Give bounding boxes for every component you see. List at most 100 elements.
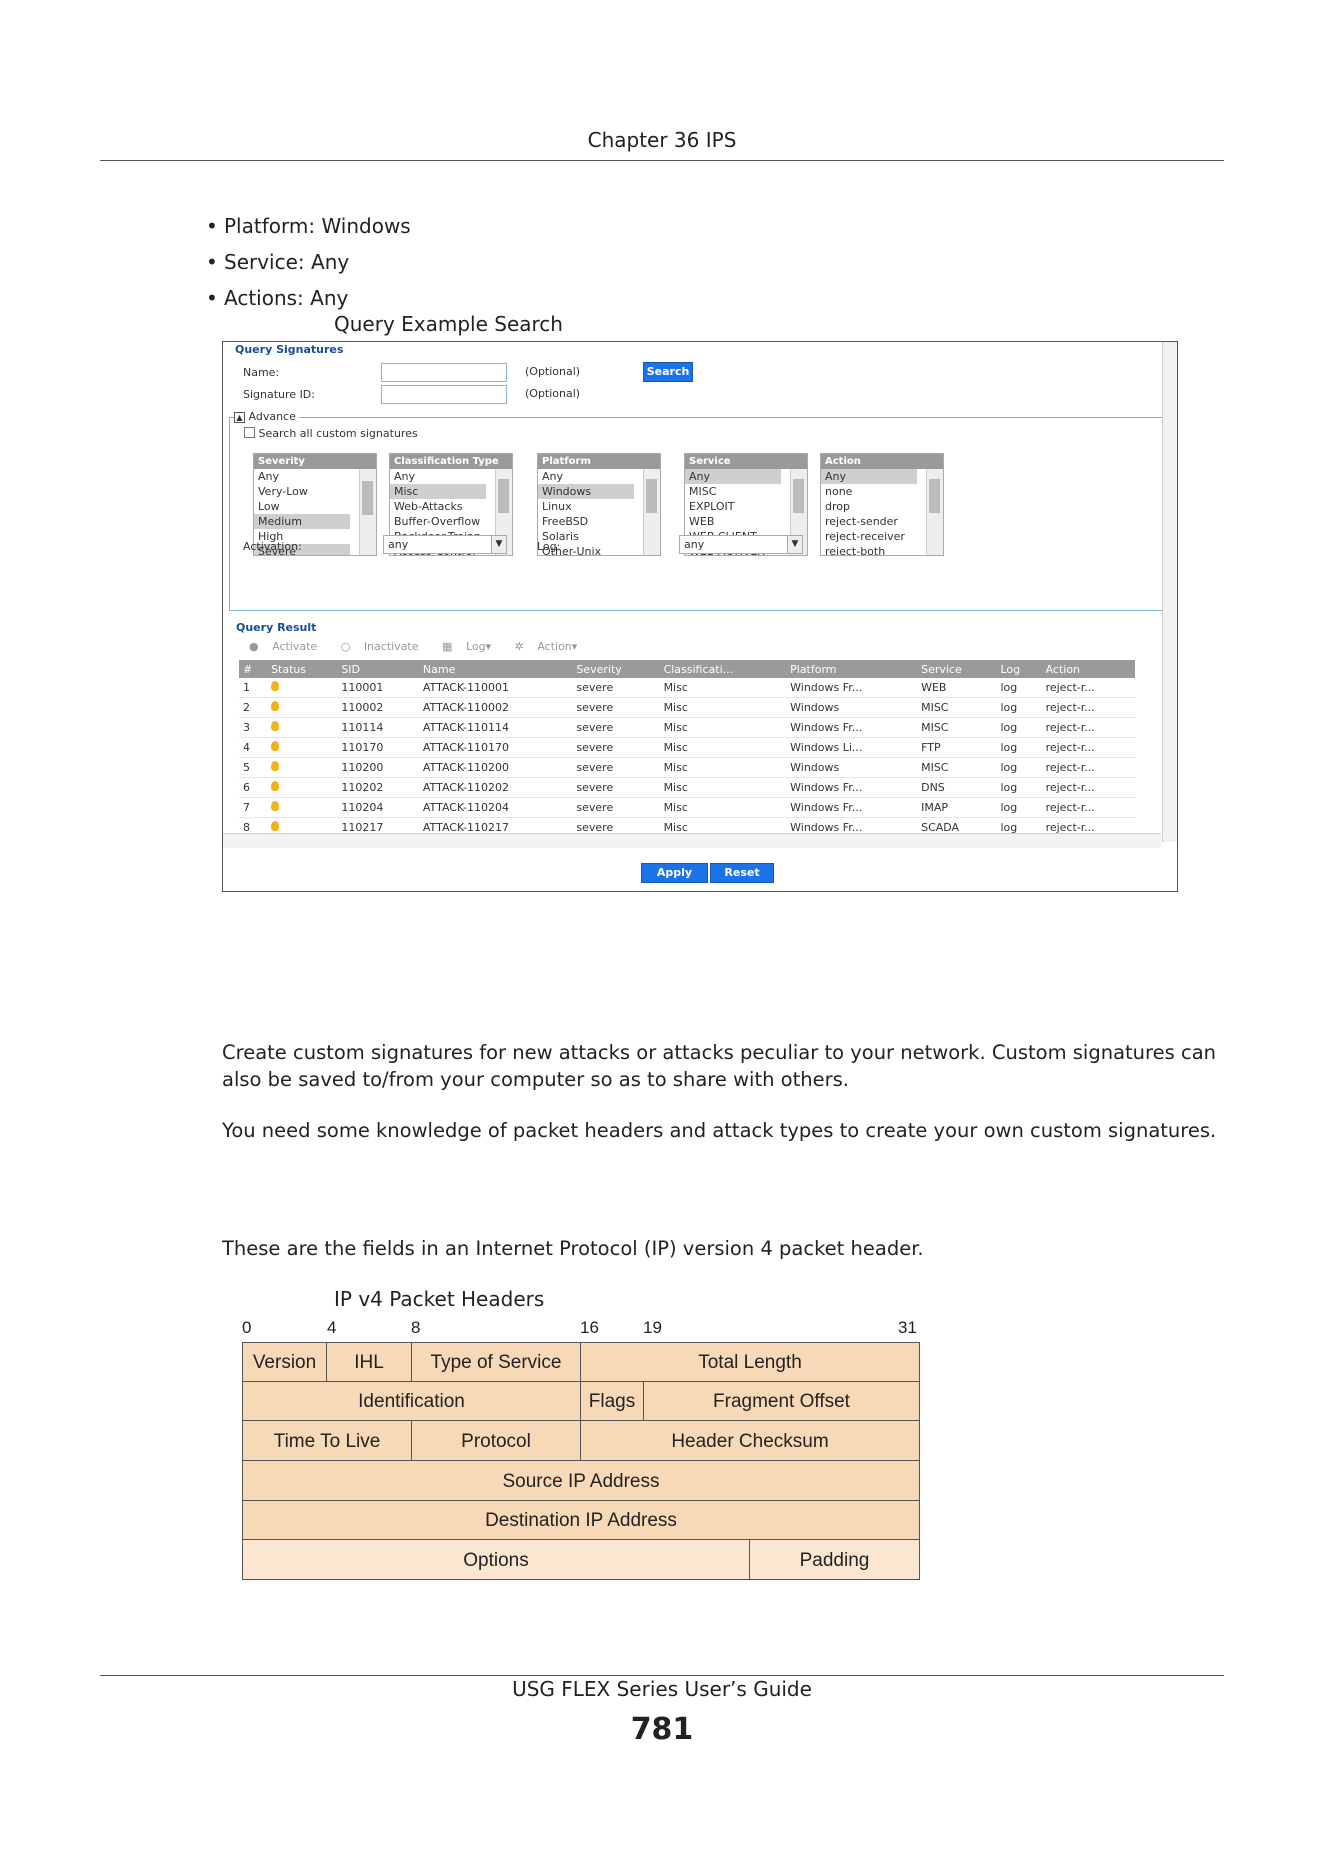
table-cell: ATTACK-110170 bbox=[418, 737, 573, 758]
reset-button[interactable]: Reset bbox=[710, 863, 774, 883]
activation-value: any bbox=[388, 538, 409, 551]
list-option[interactable]: Low bbox=[254, 499, 350, 514]
ip-field: Time To Live bbox=[242, 1420, 412, 1461]
search-all-row[interactable]: Search all custom signatures bbox=[244, 427, 418, 440]
advance-toggle[interactable]: ▲ Advance bbox=[234, 410, 299, 423]
log-label: Log: bbox=[537, 540, 561, 553]
table-row[interactable]: 6 110202 ATTACK-110202 severe Misc Windows Fr… bbox=[239, 777, 1135, 798]
paragraph: These are the fields in an Internet Prot… bbox=[222, 1237, 924, 1260]
list-option[interactable]: Medium bbox=[254, 514, 350, 529]
column-header[interactable]: Platform bbox=[786, 660, 918, 678]
table-cell: Windows bbox=[786, 757, 918, 778]
list-option[interactable]: Any bbox=[685, 469, 781, 484]
list-header: Classification Type bbox=[390, 454, 512, 469]
column-header[interactable]: Name bbox=[418, 660, 573, 678]
table-row[interactable]: 4 110170 ATTACK-110170 severe Misc Windows Li… bbox=[239, 737, 1135, 758]
action-menu-button[interactable]: ✲ Action▾ bbox=[515, 640, 588, 653]
name-input[interactable] bbox=[381, 363, 507, 382]
list-option[interactable]: Very-Low bbox=[254, 484, 350, 499]
scroll-thumb[interactable] bbox=[929, 479, 940, 513]
list-option[interactable]: Misc bbox=[390, 484, 486, 499]
list-option[interactable]: drop bbox=[821, 499, 917, 514]
apply-button[interactable]: Apply bbox=[641, 863, 708, 883]
list-option[interactable]: Windows bbox=[538, 484, 634, 499]
checkbox[interactable] bbox=[244, 427, 255, 438]
list-scrollbar[interactable] bbox=[926, 469, 943, 555]
log-icon: ▦ bbox=[442, 640, 453, 653]
list-option[interactable]: Linux bbox=[538, 499, 634, 514]
list-option[interactable]: MISC bbox=[685, 484, 781, 499]
scroll-thumb[interactable] bbox=[498, 479, 509, 513]
scroll-thumb[interactable] bbox=[646, 479, 657, 513]
list-option[interactable]: reject-sender bbox=[821, 514, 917, 529]
table-cell: Windows Li... bbox=[786, 737, 918, 758]
list-option[interactable]: none bbox=[821, 484, 917, 499]
horizontal-scrollbar[interactable] bbox=[223, 833, 1161, 848]
column-header[interactable]: Severity bbox=[572, 660, 660, 678]
signature-id-input[interactable] bbox=[381, 385, 507, 404]
column-header[interactable]: # bbox=[239, 660, 268, 678]
ip-field: Version bbox=[242, 1342, 327, 1382]
bulb-icon bbox=[271, 761, 280, 771]
activation-select[interactable]: any ▼ bbox=[383, 535, 507, 554]
list-option[interactable]: Any bbox=[390, 469, 486, 484]
multiselect-list[interactable]: Action Any none drop reject-sender reject-rec… bbox=[820, 453, 944, 556]
column-header[interactable]: Service bbox=[917, 660, 997, 678]
chevron-down-icon: ▼ bbox=[787, 536, 802, 553]
table-cell: Misc bbox=[659, 757, 787, 778]
status-cell bbox=[267, 737, 338, 758]
status-cell bbox=[267, 697, 338, 718]
list-scrollbar[interactable] bbox=[359, 469, 376, 555]
search-all-label: Search all custom signatures bbox=[258, 427, 418, 440]
table-cell: log bbox=[996, 757, 1042, 778]
table-cell: ATTACK-110204 bbox=[418, 797, 573, 818]
table-row[interactable]: 2 110002 ATTACK-110002 severe Misc Windows MIS… bbox=[239, 697, 1135, 718]
table-cell: IMAP bbox=[917, 797, 997, 818]
table-row[interactable]: 5 110200 ATTACK-110200 severe Misc Windows MIS… bbox=[239, 757, 1135, 778]
table-cell: reject-r... bbox=[1041, 717, 1135, 738]
log-select[interactable]: any ▼ bbox=[679, 535, 803, 554]
column-header[interactable]: Action bbox=[1041, 660, 1135, 678]
table-cell: reject-r... bbox=[1041, 697, 1135, 718]
log-menu-button[interactable]: ▦ Log▾ bbox=[442, 640, 501, 653]
optional-hint: (Optional) bbox=[525, 365, 581, 378]
list-option[interactable]: Any bbox=[538, 469, 634, 484]
table-cell: 110002 bbox=[337, 697, 419, 718]
column-header[interactable]: SID bbox=[337, 660, 419, 678]
list-option[interactable]: Any bbox=[254, 469, 350, 484]
name-label: Name: bbox=[243, 366, 280, 379]
list-option[interactable]: EXPLOIT bbox=[685, 499, 781, 514]
list-option[interactable]: reject-both bbox=[821, 544, 917, 555]
scroll-thumb[interactable] bbox=[793, 479, 804, 513]
table-cell: DNS bbox=[917, 777, 997, 798]
list-option[interactable]: Web-Attacks bbox=[390, 499, 486, 514]
query-signatures-title: Query Signatures bbox=[235, 343, 344, 356]
list-scrollbar[interactable] bbox=[643, 469, 660, 555]
bulb-icon bbox=[271, 801, 280, 811]
list-option[interactable]: Any bbox=[821, 469, 917, 484]
table-cell: reject-r... bbox=[1041, 777, 1135, 798]
inactivate-button[interactable]: ○ Inactivate bbox=[341, 640, 429, 653]
list-option[interactable]: WEB bbox=[685, 514, 781, 529]
table-row[interactable]: 1 110001 ATTACK-110001 severe Misc Windows Fr… bbox=[239, 678, 1135, 698]
list-option[interactable]: FreeBSD bbox=[538, 514, 634, 529]
scroll-thumb[interactable] bbox=[362, 481, 373, 515]
bulb-icon: ● bbox=[249, 640, 259, 653]
ip-field: Flags bbox=[580, 1381, 644, 1421]
list-option[interactable]: reject-receiver bbox=[821, 529, 917, 544]
bulb-icon bbox=[271, 781, 280, 791]
bit-label: 31 bbox=[898, 1318, 917, 1337]
column-header[interactable]: Log bbox=[996, 660, 1042, 678]
activate-button[interactable]: ● Activate bbox=[249, 640, 327, 653]
table-row[interactable]: 3 110114 ATTACK-110114 severe Misc Windows Fr… bbox=[239, 717, 1135, 738]
result-table: # Status SID Name Severity Classificati... Pla… bbox=[239, 660, 1135, 838]
search-button[interactable]: Search bbox=[643, 362, 693, 382]
vertical-scrollbar[interactable] bbox=[1162, 342, 1177, 842]
column-header[interactable]: Status bbox=[267, 660, 338, 678]
table-row[interactable]: 7 110204 ATTACK-110204 severe Misc Windows Fr… bbox=[239, 797, 1135, 818]
list-option[interactable]: Buffer-Overflow bbox=[390, 514, 486, 529]
ip-field: Fragment Offset bbox=[643, 1381, 920, 1421]
guide-title: USG FLEX Series User’s Guide bbox=[512, 1677, 812, 1701]
column-header[interactable]: Classificati... bbox=[659, 660, 787, 678]
bulb-icon bbox=[271, 701, 280, 711]
